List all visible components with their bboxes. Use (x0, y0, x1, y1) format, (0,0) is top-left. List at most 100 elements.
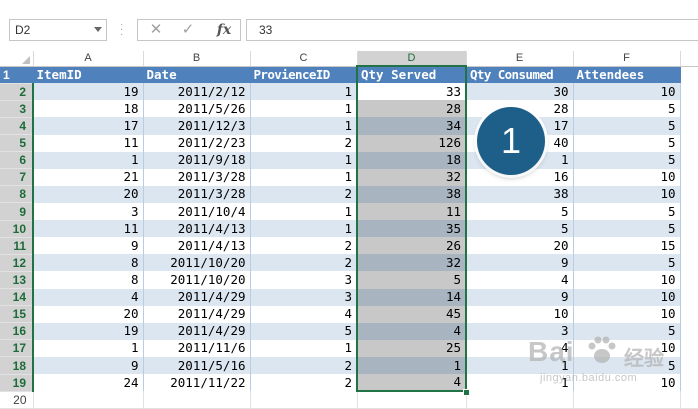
empty-cell[interactable] (680, 100, 698, 118)
table-cell[interactable]: 17 (33, 117, 144, 135)
empty-cell[interactable] (680, 151, 698, 169)
table-cell[interactable]: 34 (356, 117, 467, 135)
table-cell[interactable]: 2011/12/3 (143, 117, 251, 135)
table-cell[interactable]: 2011/4/29 (143, 305, 251, 323)
table-cell[interactable]: 8 (33, 254, 144, 272)
table-cell[interactable]: 3 (33, 202, 144, 221)
table-cell[interactable]: 35 (356, 220, 467, 238)
table-cell[interactable]: 4 (466, 271, 574, 289)
table-cell[interactable]: 2011/9/18 (143, 151, 251, 169)
table-cell[interactable]: 4 (250, 305, 358, 323)
table-cell[interactable]: 28 (356, 100, 467, 118)
table-cell[interactable]: 18 (356, 151, 467, 169)
table-cell[interactable]: 1 (356, 356, 467, 375)
table-cell[interactable]: 10 (466, 305, 574, 323)
table-cell[interactable]: 20 (466, 237, 574, 255)
table-cell[interactable]: 26 (356, 237, 467, 255)
table-cell[interactable]: 5 (466, 202, 574, 221)
empty-cell[interactable] (680, 339, 698, 357)
table-cell[interactable]: 126 (356, 134, 467, 152)
table-cell[interactable]: 5 (466, 220, 574, 238)
table-cell[interactable]: 20 (33, 185, 144, 203)
table-cell[interactable]: 10 (573, 271, 681, 289)
row-header[interactable]: 16 (0, 322, 34, 341)
table-cell[interactable]: 9 (466, 288, 574, 306)
enter-icon[interactable]: ✓ (172, 20, 204, 40)
table-cell[interactable]: 30 (466, 83, 574, 101)
empty-cell[interactable] (143, 391, 251, 409)
table-cell[interactable]: 38 (466, 185, 574, 203)
header-cell[interactable]: ItemID (33, 66, 144, 84)
table-cell[interactable]: 1 (250, 117, 358, 135)
row-header[interactable]: 20 (0, 391, 34, 409)
table-cell[interactable]: 5 (573, 322, 681, 340)
row-header[interactable]: 10 (0, 220, 34, 238)
column-header-e[interactable]: E (466, 51, 574, 67)
table-cell[interactable]: 32 (356, 168, 467, 186)
row-header[interactable]: 3 (0, 100, 34, 118)
table-cell[interactable]: 18 (33, 100, 144, 118)
table-cell[interactable]: 5 (573, 100, 681, 118)
row-header[interactable]: 2 (0, 83, 34, 101)
table-cell[interactable]: 45 (356, 305, 467, 323)
empty-cell[interactable] (680, 356, 698, 375)
table-cell[interactable]: 2 (250, 237, 358, 255)
table-cell[interactable]: 2 (250, 134, 358, 152)
empty-cell[interactable] (680, 271, 698, 289)
row-header[interactable]: 11 (0, 237, 34, 255)
table-cell[interactable]: 9 (33, 356, 144, 375)
table-cell[interactable]: 1 (33, 339, 144, 357)
empty-cell[interactable] (680, 237, 698, 255)
chevron-down-icon[interactable] (94, 27, 102, 32)
table-cell[interactable]: 2011/5/26 (143, 100, 251, 118)
table-cell[interactable]: 2011/4/29 (143, 288, 251, 306)
table-cell[interactable]: 15 (573, 237, 681, 255)
table-cell[interactable]: 9 (33, 237, 144, 255)
empty-cell[interactable] (680, 254, 698, 272)
empty-cell[interactable] (680, 391, 698, 409)
empty-cell[interactable] (680, 374, 698, 392)
table-cell[interactable]: 1 (250, 202, 358, 221)
table-cell[interactable]: 10 (573, 83, 681, 101)
row-header[interactable]: 15 (0, 305, 34, 324)
row-header[interactable]: 17 (0, 339, 34, 358)
row-header[interactable]: 1 (0, 66, 34, 84)
table-cell[interactable]: 2011/10/20 (143, 254, 251, 272)
column-header-a[interactable]: A (33, 51, 144, 67)
table-cell[interactable]: 2011/4/13 (143, 237, 251, 255)
table-cell[interactable]: 24 (33, 374, 144, 392)
empty-cell[interactable] (680, 185, 698, 203)
table-cell[interactable]: 2011/3/28 (143, 168, 251, 186)
empty-cell[interactable] (680, 168, 698, 186)
row-header[interactable]: 5 (0, 134, 34, 153)
table-cell[interactable]: 2 (250, 254, 358, 272)
table-cell[interactable]: 10 (573, 168, 681, 186)
empty-cell[interactable] (466, 391, 574, 409)
row-header[interactable]: 19 (0, 374, 34, 392)
table-cell[interactable]: 2011/4/29 (143, 322, 251, 340)
fill-handle[interactable] (463, 389, 470, 396)
row-header[interactable]: 8 (0, 185, 34, 204)
row-header[interactable]: 4 (0, 117, 34, 136)
table-cell[interactable]: 4 (356, 374, 467, 393)
empty-cell[interactable] (680, 322, 698, 340)
header-cell[interactable]: Date (143, 66, 251, 84)
table-cell[interactable]: 10 (573, 339, 681, 357)
table-cell[interactable]: 19 (33, 322, 144, 340)
table-cell[interactable]: 3 (250, 271, 358, 289)
empty-cell[interactable] (573, 391, 681, 409)
table-cell[interactable]: 2011/5/16 (143, 356, 251, 375)
table-cell[interactable]: 5 (573, 202, 681, 221)
empty-cell[interactable] (250, 391, 358, 409)
column-header-g[interactable] (680, 51, 698, 67)
table-cell[interactable]: 2011/4/13 (143, 220, 251, 238)
table-cell[interactable]: 1 (33, 151, 144, 169)
table-cell[interactable]: 14 (356, 288, 467, 306)
table-cell[interactable]: 21 (33, 168, 144, 186)
table-cell[interactable]: 11 (33, 134, 144, 152)
header-cell[interactable]: Qty Served (356, 65, 467, 84)
table-cell[interactable]: 33 (356, 83, 467, 101)
table-cell[interactable]: 1 (250, 83, 358, 101)
table-cell[interactable]: 3 (250, 288, 358, 306)
empty-cell[interactable] (357, 391, 467, 409)
